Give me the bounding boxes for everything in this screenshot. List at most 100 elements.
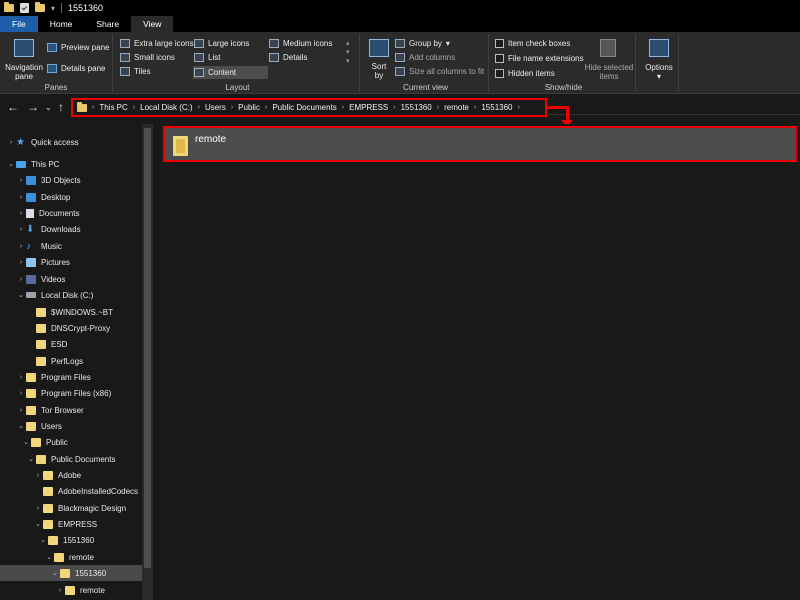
hidden-items-toggle[interactable]: Hidden items — [495, 69, 555, 78]
tree-item-1551360-selected[interactable]: ⌄ 1551360 — [0, 565, 142, 581]
chevron-right-icon[interactable]: › — [6, 139, 16, 146]
chevron-right-icon[interactable]: › — [16, 177, 26, 184]
recent-locations-chevron-icon[interactable]: ⌄ — [45, 103, 52, 112]
tab-share[interactable]: Share — [84, 16, 131, 32]
chevron-down-icon[interactable]: ⌄ — [50, 569, 60, 577]
tree-item-local-disk[interactable]: ⌄ Local Disk (C:) — [0, 287, 142, 303]
breadcrumb-public[interactable]: Public — [238, 103, 260, 112]
tree-item-perflogs[interactable]: PerfLogs — [0, 353, 142, 369]
chevron-right-icon[interactable]: › — [16, 259, 26, 266]
tree-item-empress[interactable]: ⌄ EMPRESS — [0, 516, 142, 532]
tree-item-documents[interactable]: › Documents — [0, 205, 142, 221]
chevron-right-icon[interactable]: › — [92, 104, 94, 111]
tree-item-this-pc[interactable]: ⌄ This PC — [0, 156, 142, 172]
breadcrumb-public-documents[interactable]: Public Documents — [272, 103, 336, 112]
tab-home[interactable]: Home — [38, 16, 85, 32]
chevron-right-icon[interactable]: › — [16, 374, 26, 381]
chevron-down-icon[interactable]: ⌄ — [16, 291, 26, 299]
group-by-button[interactable]: Group by ▾ — [395, 39, 450, 48]
tree-item-3d-objects[interactable]: › 3D Objects — [0, 172, 142, 188]
chevron-down-icon[interactable]: ⌄ — [16, 422, 26, 430]
chevron-right-icon[interactable]: › — [474, 104, 476, 111]
tree-item-1551360[interactable]: ⌄ 1551360 — [0, 532, 142, 548]
chevron-down-icon[interactable]: ⌄ — [33, 520, 43, 528]
item-check-boxes-toggle[interactable]: Item check boxes — [495, 39, 570, 48]
chevron-down-icon[interactable]: ⌄ — [26, 455, 36, 463]
chevron-right-icon[interactable]: › — [265, 104, 267, 111]
chevron-right-icon[interactable]: › — [33, 505, 43, 512]
tree-item-program-files[interactable]: › Program Files — [0, 369, 142, 385]
navigation-pane-button[interactable]: Navigation pane — [4, 63, 44, 81]
chevron-right-icon[interactable]: › — [198, 104, 200, 111]
medium-icons-option[interactable]: Medium icons — [269, 39, 332, 48]
address-bar-empty-area[interactable] — [548, 100, 800, 115]
chevron-down-icon[interactable]: ⌄ — [21, 438, 31, 446]
chevron-right-icon[interactable]: › — [437, 104, 439, 111]
chevron-right-icon[interactable]: › — [342, 104, 344, 111]
breadcrumb-current-1551360[interactable]: 1551360 — [481, 103, 512, 112]
chevron-right-icon[interactable]: › — [16, 390, 26, 397]
tree-item-program-files-x86[interactable]: › Program Files (x86) — [0, 385, 142, 401]
size-columns-button[interactable]: Size all columns to fit — [395, 67, 484, 76]
tree-item-esd[interactable]: ESD — [0, 336, 142, 352]
chevron-right-icon[interactable]: › — [16, 243, 26, 250]
tree-item-dnscrypt-proxy[interactable]: DNSCrypt-Proxy — [0, 320, 142, 336]
chevron-right-icon[interactable]: › — [231, 104, 233, 111]
chevron-right-icon[interactable]: › — [55, 587, 65, 594]
tree-item-music[interactable]: › ♪ Music — [0, 238, 142, 254]
tree-item-public[interactable]: ⌄ Public — [0, 434, 142, 450]
tree-item-blackmagic-design[interactable]: › Blackmagic Design — [0, 500, 142, 516]
details-pane-button[interactable]: Details pane — [47, 64, 105, 73]
add-columns-button[interactable]: Add columns — [395, 53, 455, 62]
new-folder-icon[interactable] — [35, 2, 45, 12]
tree-item-remote-child[interactable]: › remote — [0, 582, 142, 598]
chevron-right-icon[interactable]: › — [33, 472, 43, 479]
large-icons-option[interactable]: Large icons — [194, 39, 249, 48]
tree-item-users[interactable]: ⌄ Users — [0, 418, 142, 434]
chevron-down-icon[interactable]: ⌄ — [38, 536, 48, 544]
forward-arrow-icon[interactable]: → — [27, 100, 39, 114]
chevron-down-icon[interactable]: ⌄ — [6, 160, 16, 168]
chevron-right-icon[interactable]: › — [16, 194, 26, 201]
options-button[interactable]: Options ▾ — [643, 63, 675, 81]
layout-scroll-arrows[interactable]: ▴ ▾ ▾ — [346, 39, 350, 66]
breadcrumb-users[interactable]: Users — [205, 103, 226, 112]
tree-item-videos[interactable]: › Videos — [0, 271, 142, 287]
quick-access-dropdown-icon[interactable]: ▾ — [51, 4, 55, 13]
chevron-right-icon[interactable]: › — [16, 226, 26, 233]
breadcrumb-local-disk[interactable]: Local Disk (C:) — [140, 103, 192, 112]
content-option[interactable]: Content — [193, 66, 268, 79]
address-bar[interactable]: › This PC › Local Disk (C:) › Users › Pu… — [71, 98, 547, 117]
tree-item-windows-bt[interactable]: $WINDOWS.~BT — [0, 304, 142, 320]
tab-view[interactable]: View — [131, 16, 174, 32]
breadcrumb-remote[interactable]: remote — [444, 103, 469, 112]
navigation-pane-scrollbar[interactable] — [142, 124, 153, 600]
chevron-right-icon[interactable]: › — [16, 276, 26, 283]
sort-by-button[interactable]: Sort by — [368, 62, 390, 80]
breadcrumb-1551360[interactable]: 1551360 — [401, 103, 432, 112]
chevron-right-icon[interactable]: › — [16, 407, 26, 414]
details-option[interactable]: Details — [269, 53, 307, 62]
chevron-right-icon[interactable]: › — [16, 210, 26, 217]
small-icons-option[interactable]: Small icons — [120, 53, 175, 62]
chevron-right-icon[interactable]: › — [393, 104, 395, 111]
tree-item-tor-browser[interactable]: › Tor Browser — [0, 402, 142, 418]
tree-item-remote[interactable]: ⌄ remote — [0, 549, 142, 565]
tree-item-pictures[interactable]: › Pictures — [0, 254, 142, 270]
properties-icon[interactable] — [20, 3, 29, 13]
tree-item-public-documents[interactable]: ⌄ Public Documents — [0, 451, 142, 467]
file-name-extensions-checkbox[interactable] — [495, 54, 504, 63]
tree-item-adobe[interactable]: › Adobe — [0, 467, 142, 483]
tree-item-adobe-installed-codecs[interactable]: AdobeInstalledCodecs — [0, 483, 142, 499]
file-name-extensions-toggle[interactable]: File name extensions — [495, 54, 584, 63]
back-arrow-icon[interactable]: ← — [7, 100, 19, 114]
extra-large-icons-option[interactable]: Extra large icons — [120, 39, 194, 48]
tab-file[interactable]: File — [0, 16, 38, 32]
list-option[interactable]: List — [194, 53, 220, 62]
tree-item-desktop[interactable]: › Desktop — [0, 189, 142, 205]
chevron-down-icon[interactable]: ⌄ — [44, 553, 54, 561]
preview-pane-button[interactable]: Preview pane — [47, 43, 109, 52]
hidden-items-checkbox[interactable] — [495, 69, 504, 78]
list-item[interactable]: remote — [163, 126, 797, 162]
breadcrumb-empress[interactable]: EMPRESS — [349, 103, 388, 112]
